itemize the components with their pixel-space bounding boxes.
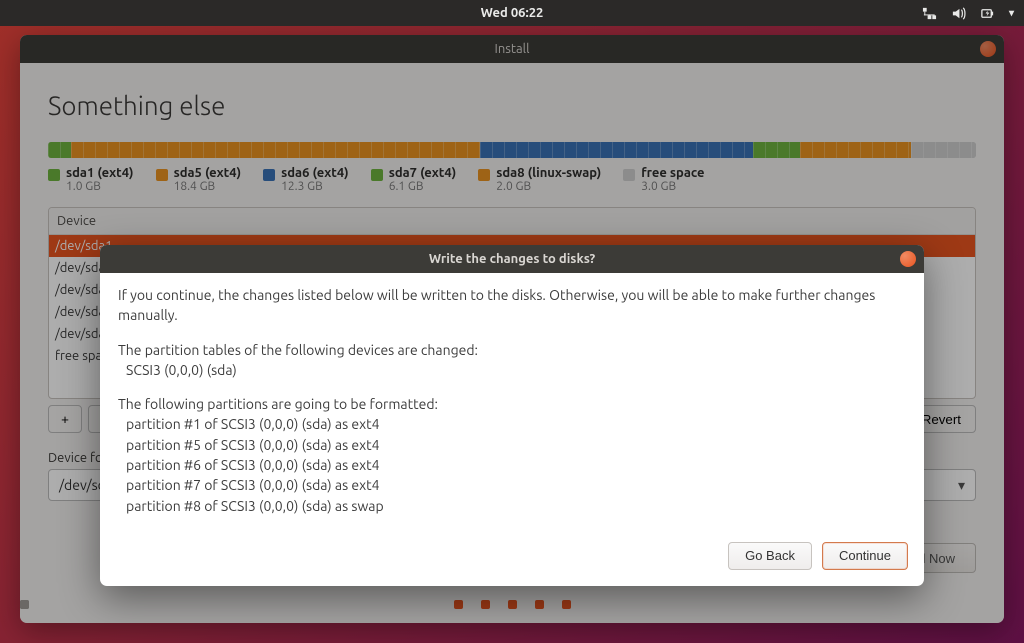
installer-window: Install Something else sda1 (ext4)1.0 GB… bbox=[20, 35, 1004, 623]
dialog-intro: If you continue, the changes listed belo… bbox=[118, 285, 906, 326]
session-menu-icon[interactable]: ▾ bbox=[1009, 7, 1014, 19]
go-back-button[interactable]: Go Back bbox=[728, 542, 812, 570]
format-heading: The following partitions are going to be… bbox=[118, 394, 906, 414]
write-changes-dialog: Write the changes to disks? If you conti… bbox=[100, 245, 924, 586]
system-tray: ▾ bbox=[922, 0, 1014, 26]
system-top-bar: Wed 06:22 ▾ bbox=[0, 0, 1024, 26]
format-item: partition #8 of SCSI3 (0,0,0) (sda) as s… bbox=[126, 496, 906, 516]
clock: Wed 06:22 bbox=[481, 6, 544, 20]
network-icon[interactable] bbox=[922, 6, 937, 21]
power-icon[interactable] bbox=[980, 6, 995, 21]
volume-icon[interactable] bbox=[951, 6, 966, 21]
dialog-titlebar: Write the changes to disks? bbox=[100, 245, 924, 273]
format-item: partition #5 of SCSI3 (0,0,0) (sda) as e… bbox=[126, 435, 906, 455]
dialog-title: Write the changes to disks? bbox=[429, 252, 595, 266]
tables-heading: The partition tables of the following de… bbox=[118, 340, 906, 360]
close-icon[interactable] bbox=[900, 251, 916, 267]
continue-button[interactable]: Continue bbox=[822, 542, 908, 570]
dialog-body: If you continue, the changes listed belo… bbox=[100, 273, 924, 534]
format-item: partition #7 of SCSI3 (0,0,0) (sda) as e… bbox=[126, 475, 906, 495]
format-item: partition #1 of SCSI3 (0,0,0) (sda) as e… bbox=[126, 414, 906, 434]
dialog-buttons: Go Back Continue bbox=[100, 534, 924, 586]
tables-item: SCSI3 (0,0,0) (sda) bbox=[118, 360, 906, 380]
format-item: partition #6 of SCSI3 (0,0,0) (sda) as e… bbox=[126, 455, 906, 475]
